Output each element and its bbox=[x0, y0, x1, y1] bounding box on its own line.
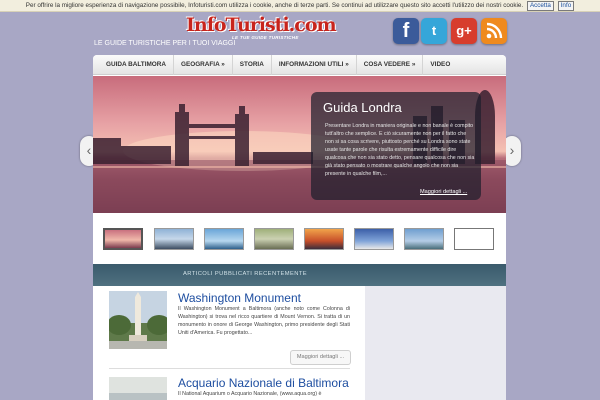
twitter-icon[interactable]: t bbox=[421, 18, 447, 44]
nav-guida-baltimora[interactable]: GUIDA BALTIMORA bbox=[99, 54, 174, 75]
section-header: ARTICOLI PUBBLICATI RECENTEMENTE bbox=[93, 264, 506, 286]
thumb-london[interactable] bbox=[103, 228, 143, 250]
slider-text: Presentare Londra in maniera originale e… bbox=[325, 123, 475, 177]
thumb-dubai-tower[interactable] bbox=[204, 228, 244, 250]
article-title-aquarium[interactable]: Acquario Nazionale di Baltimora bbox=[178, 376, 349, 390]
logo-title: InfoTuristi.com bbox=[186, 14, 337, 36]
thumb-capitol[interactable] bbox=[354, 228, 394, 250]
slider-more-link[interactable]: Maggiori dettagli ... bbox=[420, 189, 467, 195]
main-panel: GUIDA BALTIMORA GEOGRAFIA » STORIA INFOR… bbox=[93, 54, 506, 400]
main-nav: GUIDA BALTIMORA GEOGRAFIA » STORIA INFOR… bbox=[93, 54, 506, 75]
slider-thumbnails bbox=[101, 228, 506, 252]
featured-slider[interactable]: Guida Londra Presentare Londra in manier… bbox=[93, 76, 506, 213]
slider-title[interactable]: Guida Londra bbox=[323, 100, 402, 115]
thumb-golden-gate[interactable] bbox=[304, 228, 344, 250]
nav-geografia[interactable]: GEOGRAFIA » bbox=[174, 54, 233, 75]
googleplus-icon[interactable]: g+ bbox=[451, 18, 477, 44]
section-title: ARTICOLI PUBBLICATI RECENTEMENTE bbox=[183, 271, 308, 277]
thumb-aerial-city[interactable] bbox=[254, 228, 294, 250]
cookie-accept-button[interactable]: Accetta bbox=[526, 1, 554, 11]
nav-video[interactable]: VIDEO bbox=[423, 55, 457, 75]
article-divider bbox=[109, 368, 350, 369]
slider-caption: Guida Londra Presentare Londra in manier… bbox=[311, 92, 481, 200]
cookie-text: Per offrire la migliore esperienza di na… bbox=[25, 2, 524, 9]
article-text-aquarium: Il National Aquarium o Acquario Nazional… bbox=[178, 391, 322, 397]
article-title-washington[interactable]: Washington Monument bbox=[178, 291, 301, 305]
washington-monument-image[interactable] bbox=[109, 291, 167, 349]
aquarium-image[interactable] bbox=[109, 377, 167, 400]
article-more-button[interactable]: Maggiori dettagli ... bbox=[290, 350, 351, 365]
article-text-washington: Il Washington Monument a Baltimora (anch… bbox=[178, 306, 350, 336]
cookie-bar: Per offrire la migliore esperienza di na… bbox=[0, 0, 600, 12]
rss-glyph bbox=[486, 22, 503, 39]
sidebar bbox=[365, 286, 506, 400]
thumb-city-skyline[interactable] bbox=[154, 228, 194, 250]
thumb-blank[interactable] bbox=[454, 228, 494, 250]
nav-informazioni-utili[interactable]: INFORMAZIONI UTILI » bbox=[272, 54, 357, 75]
site-logo[interactable]: InfoTuristi.com LE TUE GUIDE TURISTICHE bbox=[186, 14, 337, 40]
site-tagline: LE GUIDE TURISTICHE PER I TUOI VIAGGI bbox=[94, 40, 236, 47]
logo-subtitle: LE TUE GUIDE TURISTICHE bbox=[232, 35, 299, 40]
cookie-info-button[interactable]: Info bbox=[557, 1, 575, 11]
rss-icon[interactable] bbox=[481, 18, 507, 44]
thumb-statue-of-liberty[interactable] bbox=[404, 228, 444, 250]
nav-storia[interactable]: STORIA bbox=[233, 54, 272, 75]
nav-cosa-vedere[interactable]: COSA VEDERE » bbox=[357, 54, 424, 75]
active-slide-pointer bbox=[117, 216, 129, 222]
facebook-icon[interactable]: f bbox=[393, 18, 419, 44]
